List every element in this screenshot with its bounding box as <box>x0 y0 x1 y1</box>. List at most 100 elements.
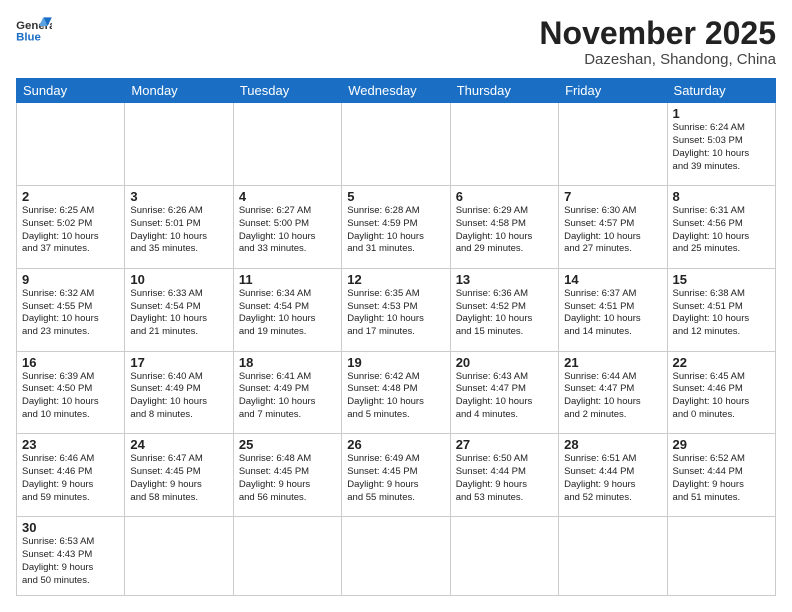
day-cell <box>667 517 775 596</box>
day-cell: 29Sunrise: 6:52 AMSunset: 4:44 PMDayligh… <box>667 434 775 517</box>
day-info: Sunrise: 6:25 AMSunset: 5:02 PMDaylight:… <box>22 205 119 256</box>
day-cell: 24Sunrise: 6:47 AMSunset: 4:45 PMDayligh… <box>125 434 233 517</box>
day-info: Sunrise: 6:34 AMSunset: 4:54 PMDaylight:… <box>239 288 336 339</box>
day-cell: 5Sunrise: 6:28 AMSunset: 4:59 PMDaylight… <box>342 185 450 268</box>
header-wednesday: Wednesday <box>342 79 450 103</box>
day-number: 18 <box>239 355 336 370</box>
day-cell <box>450 517 558 596</box>
day-cell: 6Sunrise: 6:29 AMSunset: 4:58 PMDaylight… <box>450 185 558 268</box>
day-cell <box>233 103 341 186</box>
week-row-2: 9Sunrise: 6:32 AMSunset: 4:55 PMDaylight… <box>17 268 776 351</box>
day-cell: 9Sunrise: 6:32 AMSunset: 4:55 PMDaylight… <box>17 268 125 351</box>
day-number: 1 <box>673 106 770 121</box>
day-number: 22 <box>673 355 770 370</box>
week-row-1: 2Sunrise: 6:25 AMSunset: 5:02 PMDaylight… <box>17 185 776 268</box>
weekday-header-row: Sunday Monday Tuesday Wednesday Thursday… <box>17 79 776 103</box>
day-number: 4 <box>239 189 336 204</box>
day-cell: 10Sunrise: 6:33 AMSunset: 4:54 PMDayligh… <box>125 268 233 351</box>
day-number: 3 <box>130 189 227 204</box>
week-row-0: 1Sunrise: 6:24 AMSunset: 5:03 PMDaylight… <box>17 103 776 186</box>
day-number: 24 <box>130 437 227 452</box>
day-cell <box>559 517 667 596</box>
day-number: 28 <box>564 437 661 452</box>
day-cell: 18Sunrise: 6:41 AMSunset: 4:49 PMDayligh… <box>233 351 341 434</box>
header-friday: Friday <box>559 79 667 103</box>
day-cell: 28Sunrise: 6:51 AMSunset: 4:44 PMDayligh… <box>559 434 667 517</box>
day-number: 14 <box>564 272 661 287</box>
day-info: Sunrise: 6:51 AMSunset: 4:44 PMDaylight:… <box>564 453 661 504</box>
day-cell: 11Sunrise: 6:34 AMSunset: 4:54 PMDayligh… <box>233 268 341 351</box>
page: General Blue November 2025 Dazeshan, Sha… <box>0 0 792 612</box>
logo: General Blue <box>16 16 52 46</box>
day-number: 5 <box>347 189 444 204</box>
day-number: 30 <box>22 520 119 535</box>
day-info: Sunrise: 6:37 AMSunset: 4:51 PMDaylight:… <box>564 288 661 339</box>
day-cell: 3Sunrise: 6:26 AMSunset: 5:01 PMDaylight… <box>125 185 233 268</box>
day-number: 17 <box>130 355 227 370</box>
day-number: 6 <box>456 189 553 204</box>
day-number: 15 <box>673 272 770 287</box>
day-info: Sunrise: 6:30 AMSunset: 4:57 PMDaylight:… <box>564 205 661 256</box>
day-number: 19 <box>347 355 444 370</box>
day-info: Sunrise: 6:27 AMSunset: 5:00 PMDaylight:… <box>239 205 336 256</box>
day-number: 12 <box>347 272 444 287</box>
header-monday: Monday <box>125 79 233 103</box>
day-number: 26 <box>347 437 444 452</box>
day-number: 10 <box>130 272 227 287</box>
day-cell: 30Sunrise: 6:53 AMSunset: 4:43 PMDayligh… <box>17 517 125 596</box>
day-info: Sunrise: 6:48 AMSunset: 4:45 PMDaylight:… <box>239 453 336 504</box>
day-cell: 19Sunrise: 6:42 AMSunset: 4:48 PMDayligh… <box>342 351 450 434</box>
day-cell: 25Sunrise: 6:48 AMSunset: 4:45 PMDayligh… <box>233 434 341 517</box>
day-cell: 4Sunrise: 6:27 AMSunset: 5:00 PMDaylight… <box>233 185 341 268</box>
day-number: 9 <box>22 272 119 287</box>
day-number: 7 <box>564 189 661 204</box>
day-info: Sunrise: 6:44 AMSunset: 4:47 PMDaylight:… <box>564 371 661 422</box>
svg-text:Blue: Blue <box>16 31 41 43</box>
day-cell: 22Sunrise: 6:45 AMSunset: 4:46 PMDayligh… <box>667 351 775 434</box>
day-cell: 17Sunrise: 6:40 AMSunset: 4:49 PMDayligh… <box>125 351 233 434</box>
day-cell <box>233 517 341 596</box>
day-number: 11 <box>239 272 336 287</box>
day-info: Sunrise: 6:50 AMSunset: 4:44 PMDaylight:… <box>456 453 553 504</box>
day-cell <box>559 103 667 186</box>
day-cell: 1Sunrise: 6:24 AMSunset: 5:03 PMDaylight… <box>667 103 775 186</box>
day-info: Sunrise: 6:29 AMSunset: 4:58 PMDaylight:… <box>456 205 553 256</box>
day-cell: 2Sunrise: 6:25 AMSunset: 5:02 PMDaylight… <box>17 185 125 268</box>
day-number: 16 <box>22 355 119 370</box>
day-number: 8 <box>673 189 770 204</box>
day-info: Sunrise: 6:47 AMSunset: 4:45 PMDaylight:… <box>130 453 227 504</box>
day-number: 25 <box>239 437 336 452</box>
day-cell <box>125 517 233 596</box>
day-cell: 27Sunrise: 6:50 AMSunset: 4:44 PMDayligh… <box>450 434 558 517</box>
day-number: 13 <box>456 272 553 287</box>
day-cell <box>17 103 125 186</box>
location: Dazeshan, Shandong, China <box>539 51 776 68</box>
header-saturday: Saturday <box>667 79 775 103</box>
day-info: Sunrise: 6:42 AMSunset: 4:48 PMDaylight:… <box>347 371 444 422</box>
header-tuesday: Tuesday <box>233 79 341 103</box>
day-info: Sunrise: 6:35 AMSunset: 4:53 PMDaylight:… <box>347 288 444 339</box>
day-info: Sunrise: 6:45 AMSunset: 4:46 PMDaylight:… <box>673 371 770 422</box>
day-cell: 15Sunrise: 6:38 AMSunset: 4:51 PMDayligh… <box>667 268 775 351</box>
day-info: Sunrise: 6:49 AMSunset: 4:45 PMDaylight:… <box>347 453 444 504</box>
day-cell: 16Sunrise: 6:39 AMSunset: 4:50 PMDayligh… <box>17 351 125 434</box>
header-sunday: Sunday <box>17 79 125 103</box>
day-cell: 7Sunrise: 6:30 AMSunset: 4:57 PMDaylight… <box>559 185 667 268</box>
header-thursday: Thursday <box>450 79 558 103</box>
day-info: Sunrise: 6:32 AMSunset: 4:55 PMDaylight:… <box>22 288 119 339</box>
day-info: Sunrise: 6:36 AMSunset: 4:52 PMDaylight:… <box>456 288 553 339</box>
week-row-5: 30Sunrise: 6:53 AMSunset: 4:43 PMDayligh… <box>17 517 776 596</box>
day-number: 23 <box>22 437 119 452</box>
week-row-4: 23Sunrise: 6:46 AMSunset: 4:46 PMDayligh… <box>17 434 776 517</box>
day-number: 27 <box>456 437 553 452</box>
day-cell: 12Sunrise: 6:35 AMSunset: 4:53 PMDayligh… <box>342 268 450 351</box>
day-cell <box>125 103 233 186</box>
general-blue-logo-icon: General Blue <box>16 16 52 46</box>
day-info: Sunrise: 6:28 AMSunset: 4:59 PMDaylight:… <box>347 205 444 256</box>
month-title: November 2025 <box>539 16 776 51</box>
day-info: Sunrise: 6:52 AMSunset: 4:44 PMDaylight:… <box>673 453 770 504</box>
day-number: 2 <box>22 189 119 204</box>
day-cell: 13Sunrise: 6:36 AMSunset: 4:52 PMDayligh… <box>450 268 558 351</box>
day-info: Sunrise: 6:46 AMSunset: 4:46 PMDaylight:… <box>22 453 119 504</box>
day-cell <box>450 103 558 186</box>
